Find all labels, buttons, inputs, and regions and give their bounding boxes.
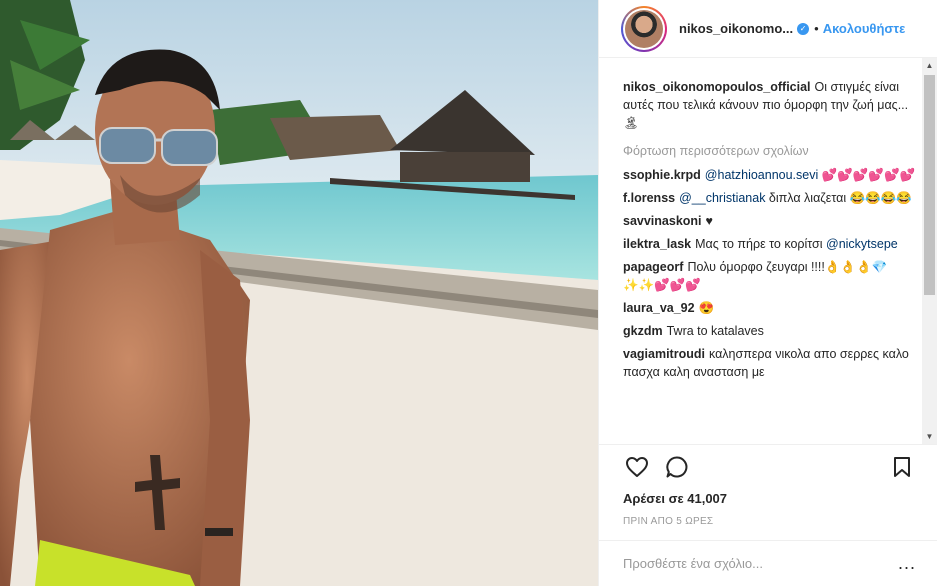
add-comment-input[interactable] [623,556,898,571]
comment-username[interactable]: papageorf [623,260,683,274]
comment-item: f.lorenss @__christianak διπλα λιαζεται 😂… [623,189,916,207]
caption: nikos_oikonomopoulos_official Οι στιγμές … [623,78,916,132]
avatar[interactable] [621,5,667,52]
avatar-image [625,9,663,48]
post-photo[interactable] [0,0,598,586]
comment-username[interactable]: savvinaskoni [623,214,702,228]
likes-count[interactable]: Αρέσει σε 41,007 [623,491,916,506]
comment-item: laura_va_92 😍 [623,299,916,317]
comment-text: 💕💕💕💕💕💕 [818,168,916,182]
comments-list[interactable]: nikos_oikonomopoulos_official Οι στιγμές … [599,58,937,444]
scroll-thumb[interactable] [924,75,935,295]
comment-text: 😍 [698,301,715,315]
comment-text: διπλα λιαζεται 😂😂😂😂 [765,191,912,205]
comment-username[interactable]: vagiamitroudi [623,347,705,361]
scroll-up-arrow-icon[interactable]: ▲ [922,58,937,73]
post-header: nikos_oikonomo... ✓ • Ακολουθήστε [599,0,937,58]
load-more-comments-button[interactable]: Φόρτωση περισσότερων σχολίων [623,142,916,160]
save-button[interactable] [888,453,916,481]
heart-icon [626,457,648,477]
comment-username[interactable]: ilektra_lask [623,237,691,251]
comment-mention[interactable]: @nickytsepe [826,237,898,251]
follow-button[interactable]: Ακολουθήστε [823,21,906,36]
beach-selfie-image [0,0,598,586]
comment-mention[interactable]: @__christianak [679,191,765,205]
comment-text: ♥ [705,214,713,228]
separator-dot: • [814,21,819,36]
more-options-icon[interactable]: ... [898,553,916,574]
header-username[interactable]: nikos_oikonomo... [679,21,793,36]
comment-username[interactable]: ssophie.krpd [623,168,701,182]
comment-button[interactable] [663,453,691,481]
comment-item: papageorf Πολυ όμορφο ζευγαρι !!!!👌👌👌💎✨✨💕… [623,258,916,294]
add-comment-bar: ... [599,540,937,586]
like-button[interactable] [623,453,651,481]
comment-item: vagiamitroudi καλησπερα νικολα απο σερρες… [623,345,916,381]
post-side-panel: nikos_oikonomo... ✓ • Ακολουθήστε nikos_… [598,0,937,586]
comment-item: gkzdm Twra to katalaves [623,322,916,340]
comment-username[interactable]: f.lorenss [623,191,675,205]
comment-mention[interactable]: @hatzhioannou.sevi [705,168,818,182]
comments-scrollbar[interactable]: ▲ ▼ [922,58,937,444]
comment-text: Μας το πήρε το κορίτσι [695,237,827,251]
bookmark-icon [894,457,910,477]
comment-item: ssophie.krpd @hatzhioannou.sevi 💕💕💕💕💕💕 [623,166,916,184]
caption-username[interactable]: nikos_oikonomopoulos_official [623,80,811,94]
post-timestamp[interactable]: ΠΡΙΝ ΑΠΟ 5 ΩΡΕΣ [623,516,916,527]
verified-badge-icon: ✓ [797,22,810,35]
comment-text: Twra to katalaves [666,324,764,338]
comment-item: savvinaskoni ♥ [623,212,916,230]
scroll-down-arrow-icon[interactable]: ▼ [922,429,937,444]
comment-username[interactable]: laura_va_92 [623,301,695,315]
comment-bubble-icon [666,456,688,478]
post-actions: Αρέσει σε 41,007 ΠΡΙΝ ΑΠΟ 5 ΩΡΕΣ [599,444,937,544]
comment-item: ilektra_lask Μας το πήρε το κορίτσι @nick… [623,235,916,253]
comment-username[interactable]: gkzdm [623,324,663,338]
